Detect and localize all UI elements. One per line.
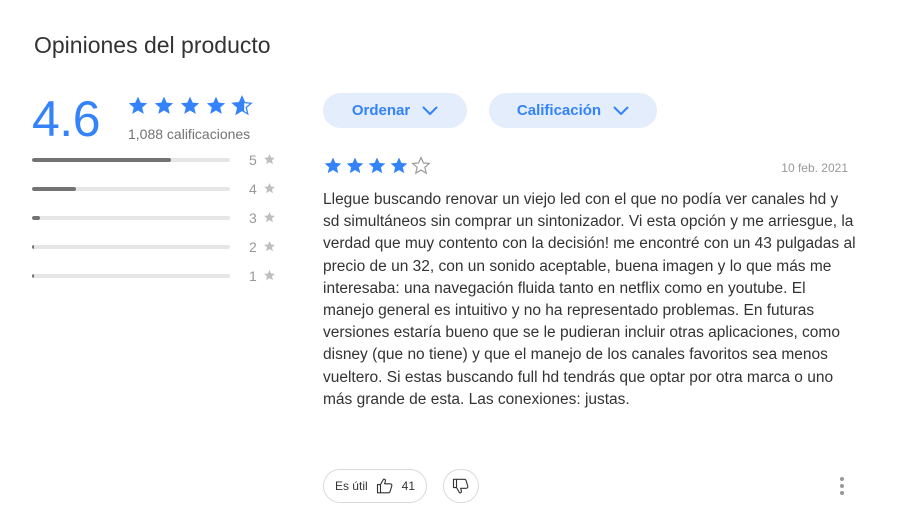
distribution-bar xyxy=(32,158,230,162)
star-icon xyxy=(128,96,148,114)
star-icon xyxy=(180,96,200,114)
chevron-down-icon xyxy=(613,106,629,115)
page-title: Opiniones del producto xyxy=(34,32,271,58)
distribution-row[interactable]: 3 xyxy=(32,208,292,237)
distribution-bar xyxy=(32,274,230,278)
rating-distribution: 5 4 3 2 1 xyxy=(32,150,292,295)
rating-filter-button[interactable]: Calificación xyxy=(489,93,657,128)
distribution-bar xyxy=(32,245,230,249)
distribution-bar-fill xyxy=(32,274,34,278)
more-options-button[interactable] xyxy=(838,477,846,497)
thumbs-up-icon xyxy=(376,478,393,494)
distribution-bar xyxy=(32,187,230,191)
review-stars xyxy=(323,156,431,176)
rating-filter-label: Calificación xyxy=(516,102,602,119)
useful-count: 41 xyxy=(401,479,416,493)
distribution-bar-fill xyxy=(32,216,40,220)
star-icon xyxy=(411,156,431,175)
rating-average: 4.6 xyxy=(32,91,101,147)
distribution-row[interactable]: 1 xyxy=(32,266,292,295)
rating-count: 1,088 calificaciones xyxy=(128,126,251,142)
star-icon xyxy=(368,157,386,174)
distribution-row[interactable]: 5 xyxy=(32,150,292,179)
sort-button[interactable]: Ordenar xyxy=(323,93,467,128)
review-text: Llegue buscando renovar un viejo led con… xyxy=(323,191,856,408)
distribution-row[interactable]: 4 xyxy=(32,179,292,208)
distribution-bar xyxy=(32,216,230,220)
distribution-bar-fill xyxy=(32,187,76,191)
distribution-label: 1 xyxy=(249,268,257,284)
useful-label: Es útil xyxy=(334,479,368,493)
more-vertical-icon xyxy=(840,477,844,495)
not-useful-button[interactable] xyxy=(443,469,479,503)
distribution-bar-fill xyxy=(32,158,171,162)
star-icon xyxy=(264,211,275,223)
distribution-label: 2 xyxy=(249,239,257,255)
review-date: 10 feb. 2021 xyxy=(781,161,848,175)
star-icon xyxy=(324,157,342,174)
star-icon xyxy=(206,96,226,114)
rating-average-stars xyxy=(127,95,253,117)
distribution-bar-fill xyxy=(32,245,34,249)
distribution-label: 3 xyxy=(249,210,257,226)
star-icon xyxy=(390,157,408,174)
star-icon xyxy=(346,157,364,174)
star-icon xyxy=(264,269,275,281)
distribution-label: 5 xyxy=(249,152,257,168)
thumbs-down-icon xyxy=(452,478,469,494)
chevron-down-icon xyxy=(422,106,438,115)
distribution-label: 4 xyxy=(249,181,257,197)
star-icon xyxy=(231,95,253,116)
useful-button[interactable]: Es útil 41 xyxy=(323,469,427,503)
star-icon xyxy=(154,96,174,114)
star-icon xyxy=(264,182,275,194)
distribution-row[interactable]: 2 xyxy=(32,237,292,266)
sort-button-label: Ordenar xyxy=(351,102,411,119)
star-icon xyxy=(264,240,275,252)
star-icon xyxy=(264,153,275,165)
